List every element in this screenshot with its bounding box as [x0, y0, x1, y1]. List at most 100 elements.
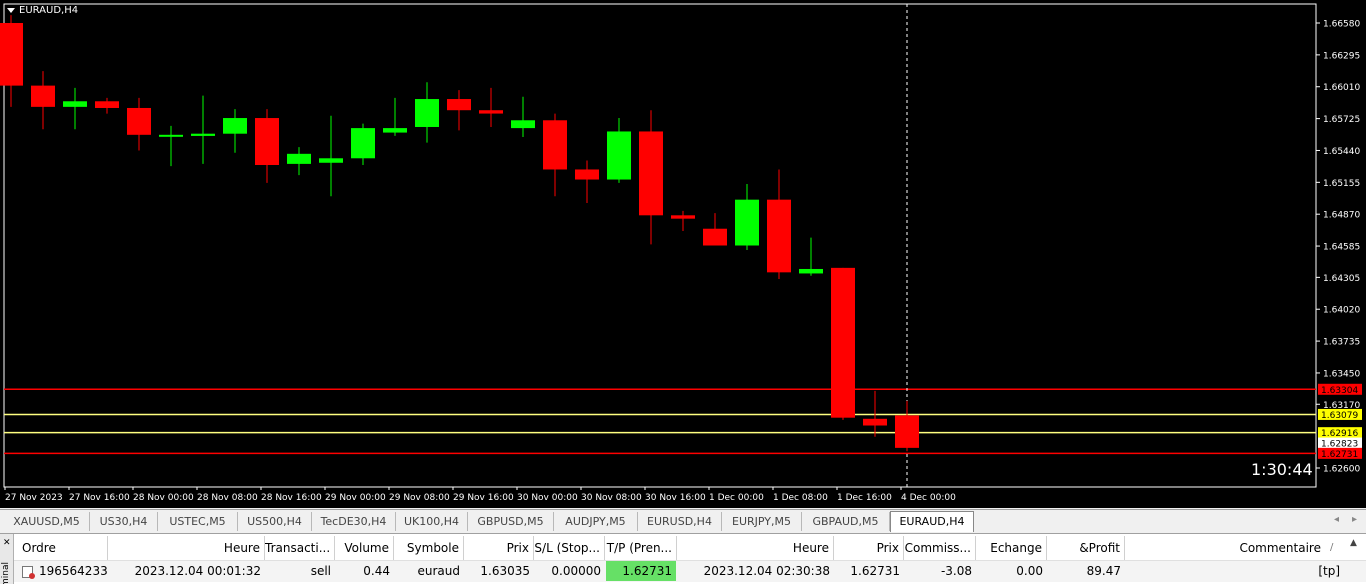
candle	[63, 87, 87, 130]
x-tick-label: 27 Nov 2023	[5, 493, 63, 503]
col-header-volume[interactable]: Volume	[335, 536, 394, 560]
candle-body	[223, 118, 247, 134]
candle	[223, 109, 247, 153]
candle-body	[767, 199, 791, 273]
col-header-profit[interactable]: &Profit	[1047, 536, 1125, 560]
col-header-prix-close[interactable]: Prix	[834, 536, 904, 560]
price-label: 1.62731	[1321, 450, 1358, 460]
cell-heure-open: 2023.12.04 00:01:32	[134, 564, 261, 578]
cell-symbole: euraud	[417, 564, 461, 578]
col-header-heure-open[interactable]: Heure	[108, 536, 265, 560]
y-tick-label: 1.65440	[1323, 147, 1360, 157]
candle-body	[639, 131, 663, 216]
tab-scroll-left-icon[interactable]: ◂	[1334, 514, 1339, 525]
y-tick-label: 1.66580	[1323, 20, 1360, 30]
candle	[831, 267, 855, 420]
candle	[671, 210, 695, 231]
candle-body	[63, 101, 87, 107]
y-tick-label: 1.66010	[1323, 83, 1360, 93]
candle-body	[511, 120, 535, 129]
tab-eurjpy-m5[interactable]: EURJPY,M5	[722, 512, 802, 531]
candle-body	[447, 99, 471, 111]
col-header-transaction[interactable]: Transacti...	[265, 536, 335, 560]
tab-euraud-h4[interactable]: EURAUD,H4	[890, 511, 974, 532]
cell-profit: 89.47	[1086, 564, 1121, 578]
price-chart[interactable]: 1.66580 1.66295 1.66010 1.65725 1.65440 1.651…	[0, 0, 1366, 508]
cell-heure-close: 2023.12.04 02:30:38	[703, 564, 830, 578]
candle-body	[287, 153, 311, 164]
y-tick-label: 1.64305	[1323, 274, 1360, 284]
tab-ustec-m5[interactable]: USTEC,M5	[158, 512, 238, 531]
tab-us500-h4[interactable]: US500,H4	[238, 512, 312, 531]
candle	[543, 113, 567, 197]
terminal-panel: ✕ minal Ordre Heure Transacti... Volume …	[0, 533, 1366, 584]
x-tick-label: 1 Dec 08:00	[773, 493, 828, 503]
candle	[159, 125, 183, 167]
cell-commission: -3.08	[940, 564, 972, 578]
y-tick-label: 1.64585	[1323, 243, 1360, 253]
col-header-tp[interactable]: T/P (Pren...	[605, 536, 677, 560]
candle	[511, 96, 535, 138]
x-tick-label: 29 Nov 16:00	[453, 493, 514, 503]
terminal-sidebar: ✕ minal	[0, 534, 14, 584]
candle	[95, 97, 119, 114]
col-header-ordre[interactable]: Ordre	[18, 536, 108, 560]
x-tick-label: 29 Nov 00:00	[325, 493, 386, 503]
cell-prix-open: 1.63035	[480, 564, 530, 578]
cell-prix-close: 1.62731	[850, 564, 900, 578]
tab-tecde30-h4[interactable]: TecDE30,H4	[312, 512, 396, 531]
candle	[447, 90, 471, 131]
col-header-commission[interactable]: Commiss...	[904, 536, 976, 560]
price-label: 1.63079	[1321, 411, 1358, 421]
col-header-commentaire[interactable]: Commentaire	[1125, 536, 1325, 560]
tab-us30-h4[interactable]: US30,H4	[90, 512, 158, 531]
close-icon[interactable]: ✕	[3, 538, 11, 548]
y-tick-label: 1.64020	[1323, 306, 1360, 316]
tab-uk100-h4[interactable]: UK100,H4	[396, 512, 468, 531]
tab-xauusd-m5[interactable]: XAUUSD,M5	[4, 512, 90, 531]
y-tick-label: 1.64870	[1323, 211, 1360, 221]
x-tick-label: 28 Nov 00:00	[133, 493, 194, 503]
cell-tp: 1.62731	[606, 561, 676, 581]
candle-body	[415, 99, 439, 127]
candle	[479, 87, 503, 127]
tab-gbpaud-m5[interactable]: GBPAUD,M5	[802, 512, 890, 531]
candle-body	[479, 110, 503, 114]
column-separator-icon: /	[1330, 542, 1334, 553]
chart-window[interactable]: 1.66580 1.66295 1.66010 1.65725 1.65440 1.651…	[0, 0, 1366, 508]
y-tick-label: 1.65155	[1323, 179, 1360, 189]
candle-body	[575, 169, 599, 180]
candle-body	[799, 268, 823, 274]
tab-audjpy-m5[interactable]: AUDJPY,M5	[554, 512, 638, 531]
y-tick-label: 1.66295	[1323, 51, 1360, 61]
y-tick-label: 1.62600	[1323, 464, 1360, 474]
tab-scroll-right-icon[interactable]: ▸	[1352, 514, 1357, 525]
scroll-up-icon[interactable]: ▲	[1350, 538, 1357, 548]
price-label: 1.63304	[1321, 386, 1358, 396]
col-header-prix-open[interactable]: Prix	[464, 536, 534, 560]
candle	[575, 160, 599, 204]
x-tick-label: 30 Nov 08:00	[581, 493, 642, 503]
candle	[607, 118, 631, 183]
candle	[767, 169, 791, 280]
cell-echange: 0.00	[1016, 564, 1043, 578]
candle	[287, 147, 311, 176]
candle-body	[255, 118, 279, 165]
candle-body	[543, 120, 567, 170]
candle-body	[703, 228, 727, 246]
tab-gbpusd-m5[interactable]: GBPUSD,M5	[468, 512, 554, 531]
col-header-sl[interactable]: S/L (Stop...	[534, 536, 605, 560]
chart-symbol-label: EURAUD,H4	[19, 5, 79, 16]
x-tick-label: 28 Nov 08:00	[197, 493, 258, 503]
candle	[191, 95, 215, 164]
candle	[735, 184, 759, 250]
col-header-echange[interactable]: Echange	[976, 536, 1047, 560]
chart-menu-icon[interactable]	[7, 8, 15, 13]
tab-eurusd-h4[interactable]: EURUSD,H4	[638, 512, 722, 531]
cell-commentaire: [tp]	[1318, 564, 1340, 578]
candle	[703, 213, 727, 246]
candle-body	[0, 23, 23, 86]
col-header-symbole[interactable]: Symbole	[394, 536, 464, 560]
col-header-heure-close[interactable]: Heure	[677, 536, 834, 560]
y-tick-label: 1.63450	[1323, 369, 1360, 379]
